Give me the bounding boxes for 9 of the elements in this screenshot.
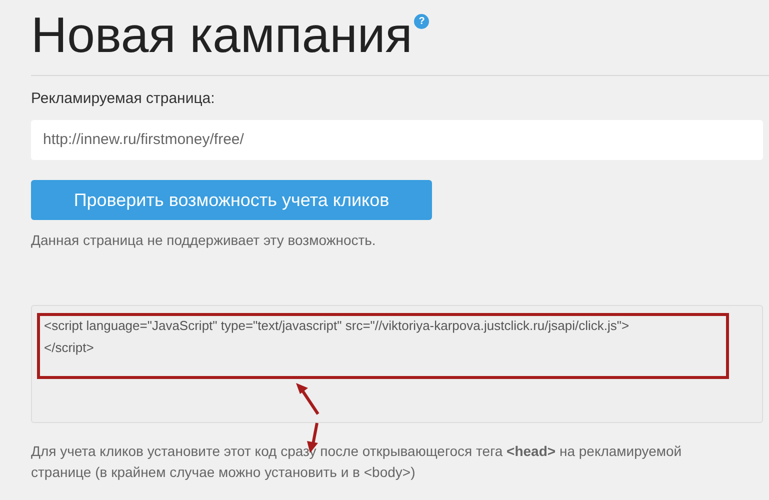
check-button[interactable]: Проверить возможность учета кликов: [31, 180, 432, 220]
field-label: Рекламируемая страница:: [31, 90, 216, 108]
page-title: Новая кампания: [31, 6, 412, 65]
code-field[interactable]: <script language="JavaScript" type="text/javascript" src="//viktoriya-karpova.justclick.ru/jsapi/click.js"> </script>: [31, 305, 763, 423]
instructions: Для учета кликов установите этот код сразу после открывающегося тега <head> на рекламируемой странице (в крайнем случае можно установить и в <body>): [31, 442, 683, 482]
annotation-arrow: [294, 382, 322, 416]
help-badge[interactable]: ?: [414, 14, 430, 29]
url-field[interactable]: http://innew.ru/firstmoney/free/: [31, 120, 763, 160]
check-result: Данная страница не поддерживает эту возможность.: [31, 231, 377, 250]
